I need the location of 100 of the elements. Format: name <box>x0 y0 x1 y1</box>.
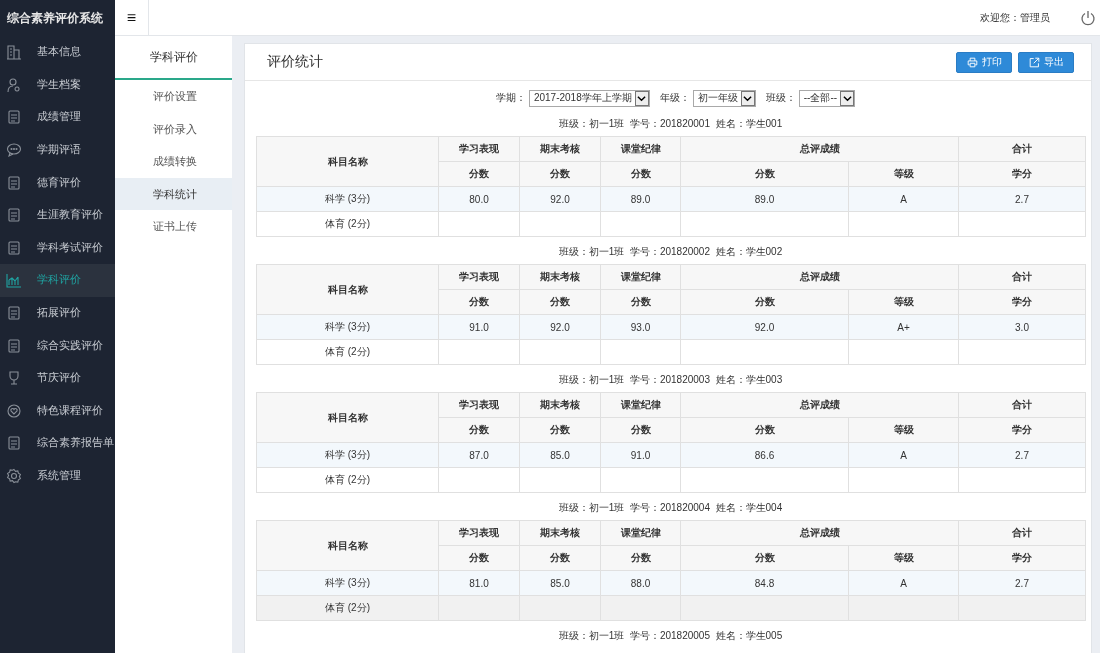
table-cell: 2.7 <box>958 186 1086 212</box>
sidebar-item[interactable]: 学科评价 <box>0 264 115 297</box>
sidebar-item[interactable]: 生涯教育评价 <box>0 198 115 232</box>
caret-icon <box>840 90 855 106</box>
sidebar-item[interactable]: 特色课程评价 <box>0 394 115 428</box>
table-cell: 体育 (2分) <box>256 211 439 237</box>
table-header: 学习表现 <box>438 136 520 162</box>
table-cell: 87.0 <box>438 442 520 468</box>
table-header: 分数 <box>438 545 520 571</box>
table-cell: 88.0 <box>600 570 681 596</box>
sidebar-item[interactable]: 成绩管理 <box>0 101 115 134</box>
table-header: 分数 <box>438 161 520 187</box>
subnav-item[interactable]: 评价设置 <box>115 80 232 113</box>
student-info: 班级：初一1班 学号：201820001 姓名：学生001 <box>557 117 784 131</box>
table-cell: 体育 (2分) <box>256 467 439 493</box>
table-cell: 92.0 <box>680 314 849 340</box>
table-header: 合计 <box>958 136 1086 162</box>
table-cell: 92.0 <box>519 186 601 212</box>
table-header: 分数 <box>438 289 520 315</box>
sidebar-item[interactable]: 基本信息 <box>0 36 115 69</box>
table-cell: 科学 (3分) <box>256 570 439 596</box>
sidebar-item[interactable]: 学科考试评价 <box>0 231 115 265</box>
table-header: 分数 <box>519 161 601 187</box>
table-header: 学分 <box>958 161 1086 187</box>
table-cell: 科学 (3分) <box>256 186 439 212</box>
table-header: 期末考核 <box>519 520 601 546</box>
table-cell: 92.0 <box>519 314 601 340</box>
sidebar-item[interactable]: 学期评语 <box>0 133 115 167</box>
table-header: 分数 <box>519 417 601 443</box>
table-cell: 3.0 <box>958 314 1086 340</box>
filter-dropdown[interactable]: 2017-2018学年上学期 <box>528 89 650 107</box>
table-cell: 科学 (3分) <box>256 442 439 468</box>
printer-icon <box>966 56 978 68</box>
subnav-item[interactable]: 成绩转换 <box>115 145 232 178</box>
table-cell: 81.0 <box>438 570 520 596</box>
table-header: 总评成绩 <box>680 520 959 546</box>
toolbar-button[interactable]: 打印 <box>956 51 1012 73</box>
table-header: 分数 <box>680 289 849 315</box>
table-header: 课堂纪律 <box>600 136 681 162</box>
subnav-item[interactable]: 学科统计 <box>115 177 232 211</box>
caret-icon <box>634 90 649 106</box>
table-cell: 85.0 <box>519 442 601 468</box>
table-header: 科目名称 <box>256 392 439 443</box>
table-header: 期末考核 <box>519 136 601 162</box>
student-info: 班级：初一1班 学号：201820005 姓名：学生005 <box>557 629 784 643</box>
table-header: 分数 <box>680 545 849 571</box>
table-header: 总评成绩 <box>680 136 959 162</box>
table-header: 分数 <box>600 289 681 315</box>
table-header: 总评成绩 <box>680 264 959 290</box>
table-header: 合计 <box>958 520 1086 546</box>
filter-dropdown[interactable]: 初一年级 <box>692 89 756 107</box>
sidebar-item[interactable]: 拓展评价 <box>0 296 115 330</box>
table-cell: 86.6 <box>680 442 849 468</box>
table-header: 分数 <box>438 417 520 443</box>
table-cell: 体育 (2分) <box>256 595 439 621</box>
table-header: 课堂纪律 <box>600 520 681 546</box>
filter-label: 年级： <box>659 91 690 105</box>
app-title: 综合素养评价系统 <box>6 10 104 27</box>
sidebar-item[interactable]: 德育评价 <box>0 166 115 199</box>
toolbar-button[interactable]: 导出 <box>1018 51 1074 73</box>
filter-label: 班级： <box>765 91 796 105</box>
table-cell: 科学 (3分) <box>256 314 439 340</box>
subnav-item[interactable]: 评价录入 <box>115 112 232 146</box>
table-header: 合计 <box>958 264 1086 290</box>
sidebar-item[interactable]: 综合实践评价 <box>0 329 115 362</box>
table-header: 期末考核 <box>519 264 601 290</box>
table-cell: 2.7 <box>958 442 1086 468</box>
caret-icon <box>740 90 755 106</box>
export-icon <box>1028 56 1040 68</box>
table-header: 学习表现 <box>438 520 520 546</box>
table-header: 分数 <box>519 545 601 571</box>
table-cell: 体育 (2分) <box>256 339 439 365</box>
table-header: 分数 <box>680 161 849 187</box>
table-header: 分数 <box>519 289 601 315</box>
sidebar-item[interactable]: 学生档案 <box>0 68 115 102</box>
table-cell: A <box>848 186 959 212</box>
sidebar-item[interactable]: 综合素养报告单 <box>0 427 115 460</box>
table-cell: A+ <box>848 314 959 340</box>
table-cell: 93.0 <box>600 314 681 340</box>
sidebar-item[interactable]: 系统管理 <box>0 459 115 493</box>
table-cell: A <box>848 442 959 468</box>
table-header: 等级 <box>848 545 959 571</box>
filter-label: 学期： <box>495 91 526 105</box>
table-header: 科目名称 <box>256 520 439 571</box>
sidebar-item[interactable]: 节庆评价 <box>0 361 115 395</box>
student-info: 班级：初一1班 学号：201820002 姓名：学生002 <box>557 245 784 259</box>
table-cell: 84.8 <box>680 570 849 596</box>
table-header: 课堂纪律 <box>600 392 681 418</box>
table-header: 科目名称 <box>256 264 439 315</box>
table-header: 期末考核 <box>519 392 601 418</box>
power-icon[interactable] <box>1080 9 1096 26</box>
table-header: 总评成绩 <box>680 392 959 418</box>
filter-dropdown[interactable]: --全部-- <box>798 89 856 107</box>
table-header: 科目名称 <box>256 136 439 187</box>
table-cell: 91.0 <box>438 314 520 340</box>
table-header: 合计 <box>958 392 1086 418</box>
subnav-item[interactable]: 证书上传 <box>115 210 232 243</box>
table-cell: A <box>848 570 959 596</box>
table-header: 等级 <box>848 289 959 315</box>
table-cell: 91.0 <box>600 442 681 468</box>
